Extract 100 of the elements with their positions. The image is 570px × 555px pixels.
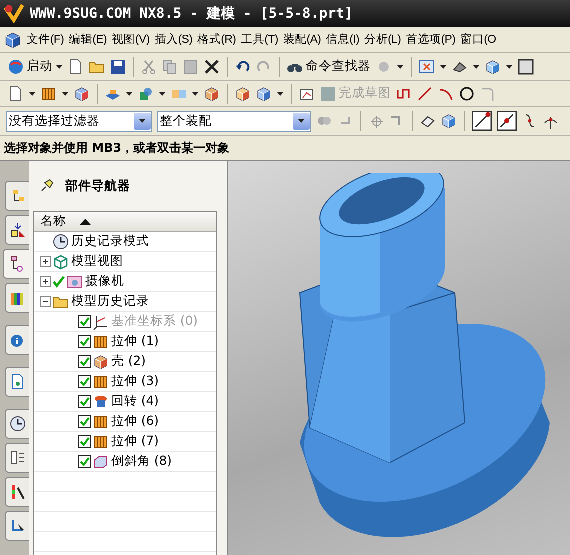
caret-icon[interactable] [298,119,305,123]
extrude-icon[interactable] [93,374,110,390]
endpoint-icon[interactable] [472,111,492,131]
square-icon[interactable] [518,58,534,74]
tree-item-label[interactable]: 壳 (2) [111,353,146,370]
rail-tab[interactable] [5,477,30,507]
command-finder-button[interactable]: 命令查找器 [287,58,371,75]
menu-item[interactable]: 工具(T) [241,32,278,47]
menu-item[interactable]: 窗口(O [460,32,496,47]
tree-item-label[interactable]: 拉伸 (1) [111,333,160,350]
delete-icon[interactable] [204,58,220,74]
caret-icon[interactable] [139,119,146,123]
checkbox[interactable] [78,455,92,468]
rail-tab[interactable] [5,283,30,313]
color-bar-icon[interactable] [10,484,26,500]
collapse-icon[interactable] [40,296,52,307]
shell-icon[interactable] [204,86,220,102]
menu-item[interactable]: 首选项(P) [406,32,456,47]
cube-icon[interactable] [485,58,501,74]
checkbox[interactable] [78,375,92,388]
tree-item-label[interactable]: 摄像机 [85,273,124,290]
caret-icon[interactable] [126,92,133,96]
revolve-icon[interactable] [93,394,110,410]
caret-icon[interactable] [506,64,513,68]
caret-icon[interactable] [473,64,480,68]
checkbox[interactable] [78,435,92,448]
tree-item-label[interactable]: 拉伸 (7) [111,433,160,450]
tree-item-label[interactable]: 模型视图 [71,253,124,270]
camera-icon[interactable] [67,274,84,290]
info-icon[interactable] [10,332,26,348]
caret-icon[interactable] [192,92,199,96]
start-button[interactable]: 启动 [8,58,63,75]
tree-item-label[interactable]: 回转 (4) [111,393,160,410]
circle-icon[interactable] [459,86,475,102]
rail-tab[interactable] [3,249,30,279]
window-title: WWW.9SUG.COM NX8.5 - 建模 - [5-5-8.prt] [30,4,354,22]
tree-item-label[interactable]: 历史记录模式 [71,233,150,250]
rail-tab[interactable] [5,409,30,439]
type-filter-dropdown[interactable]: 没有选择过滤器 [6,110,152,132]
caret-icon[interactable] [159,92,166,96]
checkbox[interactable] [78,395,92,408]
globe-icon[interactable] [8,58,24,74]
menu-item[interactable]: 信息(I) [326,32,360,47]
shell-icon[interactable] [93,354,110,370]
new-page-icon[interactable] [68,58,84,74]
caret-icon[interactable] [397,64,404,68]
menu-item[interactable]: 文件(F) [27,32,64,47]
caret-icon[interactable] [56,64,63,68]
cube-icon[interactable] [441,113,457,129]
caret-icon[interactable] [29,92,36,96]
books-icon[interactable] [10,290,26,306]
cube-icon[interactable] [235,86,251,102]
checkbox[interactable] [78,355,92,368]
expand-icon[interactable] [40,276,52,287]
axes-icon[interactable] [93,314,110,330]
shapes-icon[interactable] [138,86,154,102]
menu-item[interactable]: 视图(V) [112,32,150,47]
caret-icon[interactable] [440,64,447,68]
save-icon[interactable] [110,58,126,74]
cube-icon[interactable] [4,30,22,48]
scope-dropdown[interactable]: 整个装配 [157,110,311,132]
pin-icon[interactable] [39,178,56,194]
pointer-icon[interactable] [10,518,26,534]
tree-item-label[interactable]: 模型历史记录 [71,293,150,310]
part-tree-icon[interactable] [8,256,25,272]
expand-icon[interactable] [40,256,52,267]
checkbox[interactable] [78,415,92,428]
midpoint-icon[interactable] [497,111,517,131]
cube-icon[interactable] [256,86,272,102]
menu-item[interactable]: 插入(S) [154,32,193,47]
column-header[interactable]: 名称 [34,212,216,232]
rail-tab[interactable] [5,215,30,245]
rail-tab[interactable] [5,443,30,473]
caret-icon[interactable] [277,92,284,96]
tree-item-label[interactable]: 倒斜角 (8) [111,453,172,470]
tree-item-label[interactable]: 拉伸 (3) [111,373,160,390]
extrude-icon[interactable] [93,414,110,430]
menu-item[interactable]: 装配(A) [283,32,322,47]
extrude-icon[interactable] [41,86,57,102]
fit-view-icon[interactable] [419,58,435,74]
clock-icon[interactable] [53,234,70,250]
menu-item[interactable]: 分析(L) [364,32,402,47]
app-logo-icon [4,4,24,24]
cube-icon[interactable] [74,86,90,102]
list-icon[interactable] [10,450,26,466]
new-page-icon[interactable] [8,86,24,102]
document-icon[interactable] [10,374,26,390]
chamfer-icon[interactable] [93,454,110,470]
line-icon[interactable] [417,86,433,102]
clock-icon[interactable] [10,416,26,432]
checkbox[interactable] [78,335,92,348]
menu-item[interactable]: 格式(R) [198,32,236,47]
tree-item-label[interactable]: 拉伸 (6) [111,413,160,430]
caret-icon[interactable] [62,92,69,96]
menu-item[interactable]: 编辑(E) [69,32,108,47]
cube-outline-icon[interactable] [53,254,70,270]
constraint-icon[interactable] [10,222,26,238]
extrude-icon[interactable] [93,334,110,350]
extrude-icon[interactable] [93,434,110,450]
sort-icon [80,218,92,224]
